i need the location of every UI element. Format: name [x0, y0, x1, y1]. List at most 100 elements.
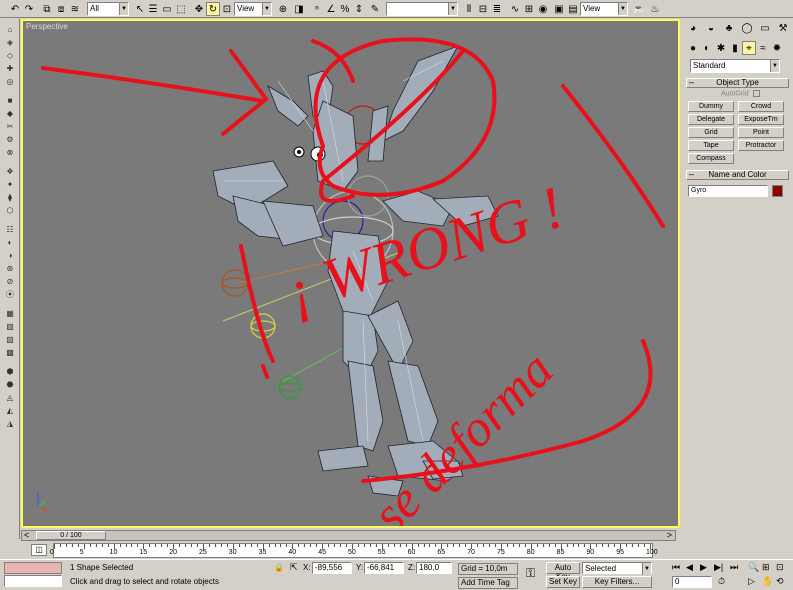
track-bar[interactable]: 0 5 10 15 20 25 30 35 40 45 50 55 60 65 70 75 80 85 90 95 10…	[50, 543, 658, 558]
fov-icon[interactable]: ▷	[748, 576, 755, 587]
tool-icon[interactable]: ■	[4, 95, 16, 106]
autogrid-checkbox[interactable]: AutoGrid	[721, 90, 760, 97]
select-by-name-icon[interactable]: ☰	[146, 2, 160, 16]
key-icon[interactable]: ⚿	[526, 566, 535, 581]
render-view-dropdown[interactable]: View ▼	[580, 2, 628, 16]
tool-icon[interactable]: ⊛	[4, 263, 16, 274]
object-type-rollout-header[interactable]: – Object Type	[686, 78, 789, 88]
tool-icon[interactable]: ◐	[4, 237, 16, 248]
time-slider-track[interactable]: < 0 / 100 >	[21, 530, 676, 541]
tool-icon[interactable]: ☷	[4, 224, 16, 235]
tool-icon[interactable]: ⊘	[4, 276, 16, 287]
tool-icon[interactable]: ✚	[4, 63, 16, 74]
time-config-icon[interactable]: ⏱	[718, 576, 725, 587]
tool-icon[interactable]: ◬	[4, 392, 16, 403]
protractor-button[interactable]: Protractor	[738, 140, 784, 151]
tool-icon[interactable]: ◭	[4, 405, 16, 416]
perspective-viewport[interactable]: Perspective ¡ WRONG ! se deforma	[21, 19, 680, 528]
tool-icon[interactable]: ◇	[4, 50, 16, 61]
layer-manager-icon[interactable]: ≣	[490, 2, 504, 16]
tape-button[interactable]: Tape	[688, 140, 734, 151]
orbit-icon[interactable]: ⟲	[776, 576, 784, 587]
crowd-button[interactable]: Crowd	[738, 101, 784, 112]
tool-icon[interactable]: ⊗	[4, 147, 16, 158]
angle-snap-icon[interactable]: ∠	[324, 2, 338, 16]
track-bar-toggle-icon[interactable]: ◫	[31, 544, 47, 556]
helper-type-dropdown[interactable]: Standard ▼	[690, 59, 780, 73]
time-slider-thumb[interactable]: 0 / 100	[36, 531, 106, 540]
tool-icon[interactable]: ⧫	[4, 192, 16, 203]
tool-icon[interactable]: ⦿	[4, 289, 16, 300]
bind-spacewarp-icon[interactable]: ≋	[68, 2, 82, 16]
tool-icon[interactable]: ▩	[4, 347, 16, 358]
zoom-icon[interactable]: 🔍	[748, 562, 759, 573]
select-object-icon[interactable]: ↖	[133, 2, 147, 16]
object-color-swatch[interactable]	[772, 185, 783, 197]
autogrid-box[interactable]	[752, 90, 760, 97]
curve-editor-icon[interactable]: ∿	[508, 2, 522, 16]
unlink-icon[interactable]: ⧈	[54, 2, 68, 16]
select-scale-icon[interactable]: ⊡	[220, 2, 234, 16]
snap-toggle-icon[interactable]: ⁿ	[310, 2, 324, 16]
tool-icon[interactable]: ▨	[4, 334, 16, 345]
quick-render-icon[interactable]: ☕	[632, 2, 646, 16]
x-coordinate-field[interactable]: -89,556	[312, 562, 352, 574]
render-last-icon[interactable]: ♨	[648, 2, 662, 16]
grid-button[interactable]: Grid	[688, 127, 734, 138]
tool-icon[interactable]: ◮	[4, 418, 16, 429]
mirror-icon[interactable]: ◨	[292, 2, 306, 16]
rect-selection-icon[interactable]: ▭	[160, 2, 174, 16]
cameras-icon[interactable]: ▮	[728, 41, 742, 55]
tool-icon[interactable]: ⚙	[4, 134, 16, 145]
tool-icon[interactable]: ⌂	[4, 24, 16, 35]
tool-icon[interactable]: ▦	[4, 308, 16, 319]
tool-icon[interactable]: ◑	[4, 250, 16, 261]
zoom-all-icon[interactable]: ⊞	[762, 562, 770, 573]
shapes-icon[interactable]: ◐	[700, 41, 714, 55]
tool-icon[interactable]: ◆	[4, 108, 16, 119]
y-coordinate-field[interactable]: -66,841	[364, 562, 404, 574]
exposetm-button[interactable]: ExposeTm	[738, 114, 784, 125]
window-crossing-icon[interactable]: ⬚	[174, 2, 188, 16]
tool-icon[interactable]: ✂	[4, 121, 16, 132]
tool-icon[interactable]: ▧	[4, 321, 16, 332]
name-color-rollout-header[interactable]: – Name and Color	[686, 170, 789, 180]
current-frame-field[interactable]: 0	[672, 576, 712, 588]
maxscript-listener-white[interactable]	[4, 575, 62, 587]
compass-button[interactable]: Compass	[688, 153, 734, 164]
goto-start-icon[interactable]: ⏮	[672, 562, 680, 573]
undo-icon[interactable]: ↶	[8, 2, 22, 16]
prev-frame-icon[interactable]: ◀	[686, 562, 693, 573]
geometry-icon[interactable]: ●	[686, 41, 700, 55]
display-tab-icon[interactable]: ▭	[758, 21, 772, 35]
set-key-button[interactable]: Set Key	[546, 576, 580, 588]
named-selection-dropdown[interactable]: ▼	[386, 2, 458, 16]
tool-icon[interactable]: ❖	[4, 166, 16, 177]
maxscript-listener-pink[interactable]	[4, 562, 62, 574]
zoom-extents-icon[interactable]: ⊡	[776, 562, 784, 573]
pan-icon[interactable]: ✋	[762, 576, 773, 587]
goto-end-icon[interactable]: ⏭	[730, 562, 738, 573]
utilities-tab-icon[interactable]: ⚒	[776, 21, 790, 35]
delegate-button[interactable]: Delegate	[688, 114, 734, 125]
helpers-icon[interactable]: ⌖	[742, 41, 756, 55]
render-frame-icon[interactable]: ▤	[566, 2, 580, 16]
spacewarps-icon[interactable]: ≈	[756, 41, 770, 55]
slider-next-icon[interactable]: >	[667, 530, 672, 540]
spinner-snap-icon[interactable]: ⇕	[352, 2, 366, 16]
create-tab-icon[interactable]: ◕	[686, 21, 700, 35]
tool-icon[interactable]: ⬡	[4, 205, 16, 216]
align-icon[interactable]: ⊟	[476, 2, 490, 16]
schematic-view-icon[interactable]: ⊞	[522, 2, 536, 16]
tool-icon[interactable]: ◎	[4, 76, 16, 87]
play-icon[interactable]: ▶	[700, 562, 707, 573]
next-frame-icon[interactable]: ▶|	[714, 562, 723, 573]
z-coordinate-field[interactable]: 180,0	[416, 562, 452, 574]
render-setup-icon[interactable]: ▣	[552, 2, 566, 16]
tool-icon[interactable]: ◈	[4, 37, 16, 48]
modify-tab-icon[interactable]: ◒	[704, 21, 718, 35]
percent-snap-icon[interactable]: %	[338, 2, 352, 16]
material-editor-icon[interactable]: ◉	[536, 2, 550, 16]
tool-icon[interactable]: ✦	[4, 179, 16, 190]
key-selection-dropdown[interactable]: Selected ▼	[582, 562, 652, 575]
